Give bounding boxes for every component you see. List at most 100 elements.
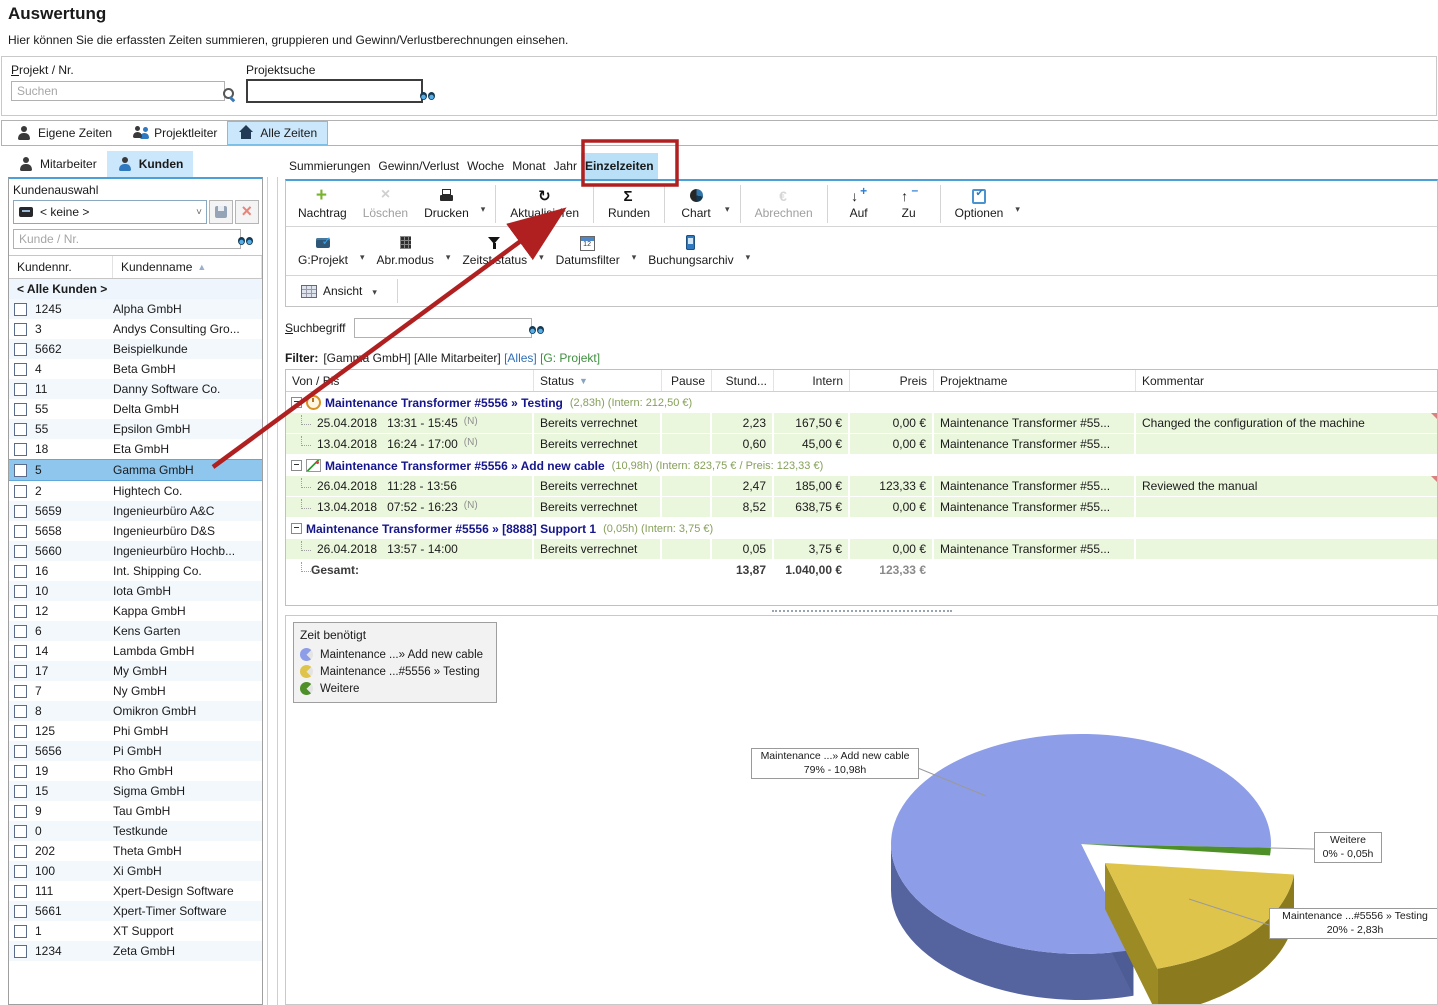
customer-checkbox[interactable]: [14, 464, 27, 477]
customer-checkbox[interactable]: [14, 925, 27, 938]
customer-row[interactable]: 1234Zeta GmbH: [9, 941, 262, 961]
time-group-row[interactable]: Maintenance Transformer #5556 » [8888] S…: [286, 518, 1437, 539]
collapse-expander-icon[interactable]: [291, 523, 302, 534]
column-status[interactable]: Status▼: [534, 370, 662, 391]
delete-selection-button[interactable]: [235, 200, 259, 224]
customer-checkbox[interactable]: [14, 545, 27, 558]
column-intern[interactable]: Intern: [774, 370, 850, 391]
customer-row[interactable]: 0Testkunde: [9, 821, 262, 841]
customer-row[interactable]: 18Eta GmbH: [9, 439, 262, 459]
g-projekt-button[interactable]: G:Projekt: [290, 233, 356, 269]
column-preis[interactable]: Preis: [850, 370, 934, 391]
customer-selection-combo[interactable]: < keine > ˅: [13, 200, 207, 224]
customer-row[interactable]: 8Omikron GmbH: [9, 701, 262, 721]
customer-row[interactable]: 55Delta GmbH: [9, 399, 262, 419]
save-selection-button[interactable]: [209, 200, 233, 224]
customer-row[interactable]: 7Ny GmbH: [9, 681, 262, 701]
customer-row[interactable]: 14Lambda GmbH: [9, 641, 262, 661]
customer-row[interactable]: 202Theta GmbH: [9, 841, 262, 861]
time-detail-row[interactable]: 25.04.201813:31 - 15:45(N)Bereits verrec…: [286, 413, 1437, 434]
tab-mitarbeiter[interactable]: Mitarbeiter: [8, 151, 107, 177]
customer-row[interactable]: 5660Ingenieurbüro Hochb...: [9, 541, 262, 561]
customer-checkbox[interactable]: [14, 845, 27, 858]
customer-checkbox[interactable]: [14, 585, 27, 598]
customer-checkbox[interactable]: [14, 765, 27, 778]
customer-checkbox[interactable]: [14, 825, 27, 838]
column-kundennr[interactable]: Kundennr.: [9, 256, 113, 278]
nachtrag-button[interactable]: Nachtrag: [290, 186, 355, 222]
customer-checkbox[interactable]: [14, 705, 27, 718]
customer-row[interactable]: 9Tau GmbH: [9, 801, 262, 821]
customer-row[interactable]: 111Xpert-Design Software: [9, 881, 262, 901]
horizontal-splitter[interactable]: [285, 606, 1438, 615]
customer-checkbox[interactable]: [14, 725, 27, 738]
customer-row[interactable]: 55Epsilon GmbH: [9, 419, 262, 439]
runden-button[interactable]: Runden: [600, 186, 658, 222]
customer-checkbox[interactable]: [14, 423, 27, 436]
tab-eigene-zeiten[interactable]: Eigene Zeiten: [6, 121, 122, 145]
customer-row[interactable]: 1XT Support: [9, 921, 262, 941]
customer-checkbox[interactable]: [14, 745, 27, 758]
datumsfilter-button[interactable]: Datumsfilter: [548, 233, 628, 269]
customer-checkbox[interactable]: [14, 785, 27, 798]
customer-checkbox[interactable]: [14, 403, 27, 416]
customer-checkbox[interactable]: [14, 665, 27, 678]
optionen-button[interactable]: Optionen: [947, 186, 1012, 222]
customer-row[interactable]: 5659Ingenieurbüro A&C: [9, 501, 262, 521]
customer-checkbox[interactable]: [14, 885, 27, 898]
customer-checkbox[interactable]: [14, 565, 27, 578]
customer-checkbox[interactable]: [14, 525, 27, 538]
chart-button[interactable]: Chart: [671, 186, 721, 222]
customer-row[interactable]: 2Hightech Co.: [9, 481, 262, 501]
project-nr-input[interactable]: [11, 81, 225, 101]
binoculars-icon[interactable]: [528, 322, 546, 338]
customer-row[interactable]: 5656Pi GmbH: [9, 741, 262, 761]
customer-row[interactable]: 5Gamma GmbH: [9, 459, 262, 481]
customer-checkbox[interactable]: [14, 945, 27, 958]
customer-row[interactable]: 19Rho GmbH: [9, 761, 262, 781]
customer-row[interactable]: 3Andys Consulting Gro...: [9, 319, 262, 339]
customer-row[interactable]: 5662Beispielkunde: [9, 339, 262, 359]
customer-checkbox[interactable]: [14, 865, 27, 878]
customer-checkbox[interactable]: [14, 805, 27, 818]
customer-row[interactable]: 17My GmbH: [9, 661, 262, 681]
time-total-row[interactable]: Gesamt:13,871.040,00 €123,33 €: [286, 560, 1437, 581]
column-kommentar[interactable]: Kommentar: [1136, 370, 1437, 391]
customer-checkbox[interactable]: [14, 645, 27, 658]
customer-row[interactable]: 15Sigma GmbH: [9, 781, 262, 801]
column-kundenname[interactable]: Kundenname▲: [113, 256, 262, 278]
customer-checkbox[interactable]: [14, 383, 27, 396]
column-stunden[interactable]: Stund...: [712, 370, 774, 391]
collapse-expander-icon[interactable]: [291, 460, 302, 471]
customer-checkbox[interactable]: [14, 505, 27, 518]
customer-checkbox[interactable]: [14, 303, 27, 316]
main-tab-jahr[interactable]: Jahr: [550, 153, 581, 179]
zu-button[interactable]: Zu: [884, 186, 934, 222]
column-von-bis[interactable]: Von / Bis: [286, 370, 534, 391]
customer-row[interactable]: 1245Alpha GmbH: [9, 299, 262, 319]
main-tab-gewinn-verlust[interactable]: Gewinn/Verlust: [374, 153, 463, 179]
customer-checkbox[interactable]: [14, 443, 27, 456]
binoculars-icon[interactable]: [237, 233, 255, 249]
column-pause[interactable]: Pause: [662, 370, 712, 391]
customer-checkbox[interactable]: [14, 605, 27, 618]
customer-row[interactable]: 5661Xpert-Timer Software: [9, 901, 262, 921]
all-customers-row[interactable]: < Alle Kunden >: [9, 279, 262, 299]
main-tab-woche[interactable]: Woche: [463, 153, 508, 179]
main-tab-einzelzeiten[interactable]: Einzelzeiten: [581, 153, 658, 179]
time-detail-row[interactable]: 26.04.201813:57 - 14:00Bereits verrechne…: [286, 539, 1437, 560]
customer-row[interactable]: 5658Ingenieurbüro D&S: [9, 521, 262, 541]
binoculars-icon[interactable]: [419, 88, 437, 104]
time-group-row[interactable]: Maintenance Transformer #5556 » Testing(…: [286, 392, 1437, 413]
tab-kunden[interactable]: Kunden: [107, 151, 194, 177]
customer-row[interactable]: 10Iota GmbH: [9, 581, 262, 601]
time-detail-row[interactable]: 13.04.201816:24 - 17:00(N)Bereits verrec…: [286, 434, 1437, 455]
customer-search-input[interactable]: [13, 229, 241, 249]
column-projektname[interactable]: Projektname: [934, 370, 1136, 391]
customer-checkbox[interactable]: [14, 363, 27, 376]
suchbegriff-input[interactable]: [354, 318, 532, 338]
main-tab-summierungen[interactable]: Summierungen: [285, 153, 374, 179]
time-detail-row[interactable]: 13.04.201807:52 - 16:23(N)Bereits verrec…: [286, 497, 1437, 518]
magnifier-icon[interactable]: [221, 86, 238, 102]
customer-row[interactable]: 12Kappa GmbH: [9, 601, 262, 621]
